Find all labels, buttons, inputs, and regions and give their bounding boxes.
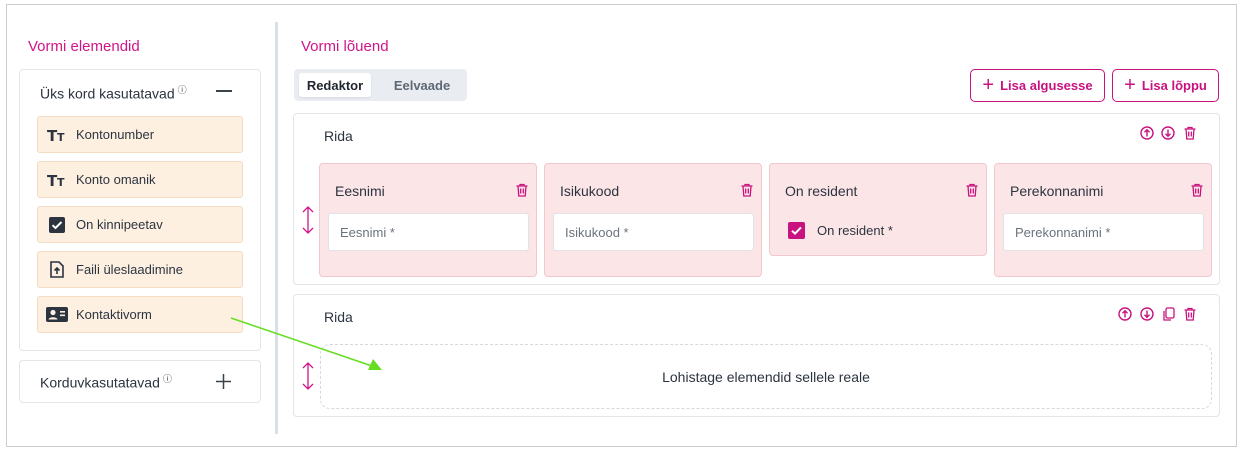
tab-eelvaade[interactable]: Eelvaade xyxy=(382,73,462,97)
delete-row-icon[interactable] xyxy=(1183,126,1197,140)
element-kontaktivorm[interactable]: Kontaktivorm xyxy=(37,296,243,333)
plus-icon: + xyxy=(1124,73,1136,96)
element-label: Faili üleslaadimine xyxy=(76,262,183,277)
text-type-icon: TT xyxy=(38,172,76,188)
add-to-end-button[interactable]: + Lisa lõppu xyxy=(1112,69,1219,102)
row-title: Rida xyxy=(324,128,353,144)
checkbox-icon xyxy=(38,216,76,233)
expand-plus-icon[interactable] xyxy=(215,373,232,390)
drag-arrow-annotation xyxy=(230,317,382,370)
single-use-title-text: Üks kord kasutatavad xyxy=(40,85,175,102)
move-up-icon[interactable] xyxy=(1140,126,1154,140)
field-card-isikukood[interactable]: Isikukood Isikukood * xyxy=(544,163,762,277)
delete-field-icon[interactable] xyxy=(1190,183,1204,202)
file-upload-icon xyxy=(38,261,76,278)
field-card-eesnimi[interactable]: Eesnimi Eesnimi * xyxy=(319,163,537,277)
svg-text:T: T xyxy=(57,131,65,143)
element-label: Kontonumber xyxy=(76,127,155,142)
field-title: Perekonnanimi xyxy=(1010,183,1104,199)
move-up-icon[interactable] xyxy=(1118,307,1132,321)
element-label: Kontaktivorm xyxy=(76,307,152,322)
field-title: Eesnimi xyxy=(335,183,385,199)
element-label: On kinnipeetav xyxy=(76,217,163,232)
field-title: On resident xyxy=(785,183,858,199)
element-label: Konto omanik xyxy=(76,172,156,187)
delete-field-icon[interactable] xyxy=(515,183,529,202)
move-down-icon[interactable] xyxy=(1140,307,1154,321)
collapse-minus-icon[interactable] xyxy=(216,90,232,92)
element-on-kinnipeetav[interactable]: On kinnipeetav xyxy=(37,206,243,243)
delete-field-icon[interactable] xyxy=(965,183,979,202)
add-to-start-label: Lisa algusesse xyxy=(1000,78,1093,93)
perekonnanimi-input[interactable]: Perekonnanimi * xyxy=(1003,213,1204,251)
delete-field-icon[interactable] xyxy=(740,183,754,202)
element-faili-uleslaadimine[interactable]: Faili üleslaadimine xyxy=(37,251,243,288)
isikukood-input[interactable]: Isikukood * xyxy=(553,213,754,251)
checkbox-checked-icon[interactable] xyxy=(788,222,805,239)
field-title: Isikukood xyxy=(560,183,620,199)
field-card-perekonnanimi[interactable]: Perekonnanimi Perekonnanimi * xyxy=(994,163,1212,277)
info-icon[interactable]: ⓘ xyxy=(163,374,172,384)
contact-card-icon xyxy=(38,307,76,322)
on-resident-checkbox-row[interactable]: On resident * xyxy=(788,222,893,239)
element-konto-omanik[interactable]: TT Konto omanik xyxy=(37,161,243,198)
copy-row-icon[interactable] xyxy=(1162,307,1176,321)
field-card-on-resident[interactable]: On resident On resident * xyxy=(769,163,987,256)
sidebar-heading: Vormi elemendid xyxy=(28,38,140,55)
canvas-heading: Vormi lõuend xyxy=(301,38,389,55)
view-tabs: Redaktor Eelvaade xyxy=(294,69,467,101)
delete-row-icon[interactable] xyxy=(1183,307,1197,321)
move-down-icon[interactable] xyxy=(1161,126,1175,140)
single-use-title[interactable]: Üks kord kasutatavad ⓘ xyxy=(40,83,187,102)
element-kontonumber[interactable]: TT Kontonumber xyxy=(37,116,243,153)
tab-redaktor[interactable]: Redaktor xyxy=(299,73,371,97)
checkbox-label: On resident * xyxy=(817,223,893,238)
svg-text:T: T xyxy=(57,176,65,188)
row-dropzone[interactable]: Lohistage elemendid sellele reale xyxy=(320,344,1212,409)
eesnimi-input[interactable]: Eesnimi * xyxy=(328,213,529,251)
reusable-title[interactable]: Korduvkasutatavad ⓘ xyxy=(40,372,172,391)
reusable-title-text: Korduvkasutatavad xyxy=(40,374,160,391)
drag-handle-icon[interactable] xyxy=(301,205,315,235)
info-icon[interactable]: ⓘ xyxy=(178,85,187,95)
text-type-icon: TT xyxy=(38,127,76,143)
add-to-start-button[interactable]: + Lisa algusesse xyxy=(970,69,1105,102)
plus-icon: + xyxy=(982,73,995,96)
add-to-end-label: Lisa lõppu xyxy=(1141,78,1207,93)
